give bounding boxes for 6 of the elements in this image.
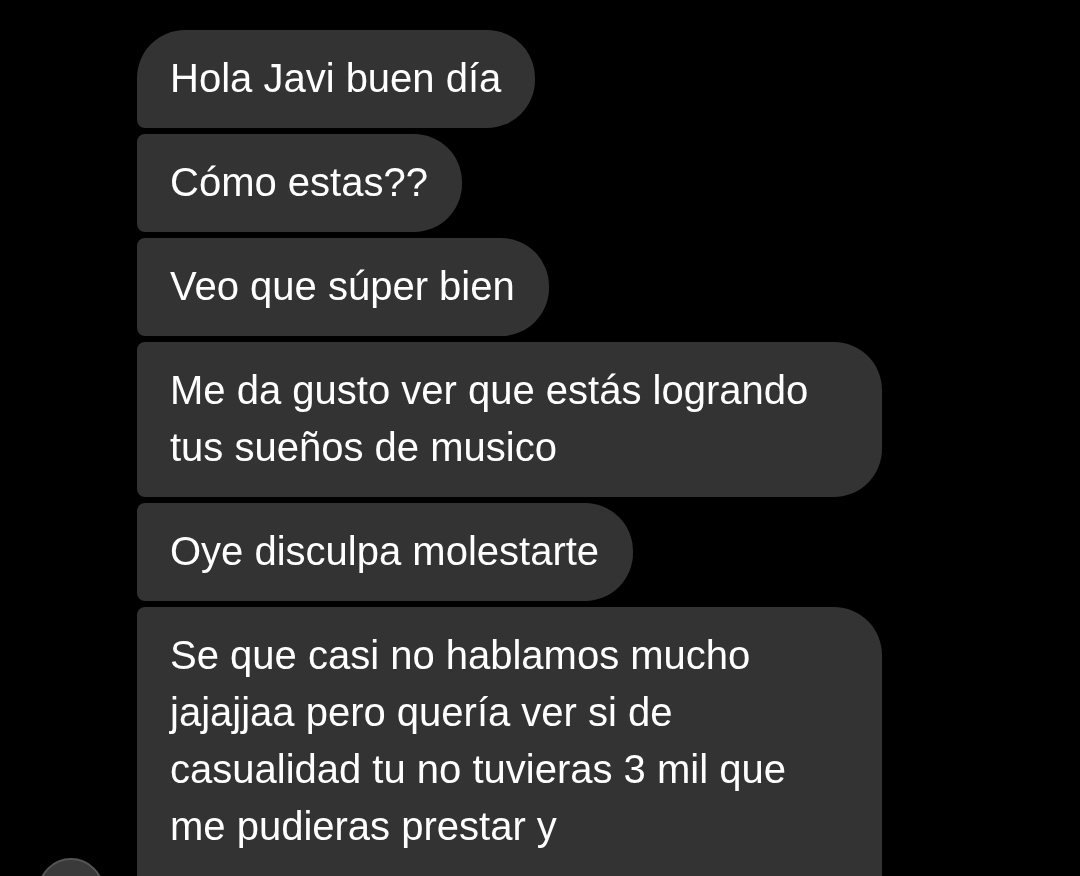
message-bubble: Veo que súper bien <box>137 238 549 336</box>
message-bubble: Me da gusto ver que estás logrando tus sueños de musico <box>137 342 882 497</box>
message-bubble: Cómo estas?? <box>137 134 462 232</box>
message-bubble: Hola Javi buen día <box>137 30 536 128</box>
message-bubble: Oye disculpa molestarte <box>137 503 634 601</box>
message-bubble: Se que casi no hablamos mucho jajajjaa pero quería ver si de casualidad tu no tuvieras 3 mil que me pudieras prestar y <box>137 607 882 876</box>
